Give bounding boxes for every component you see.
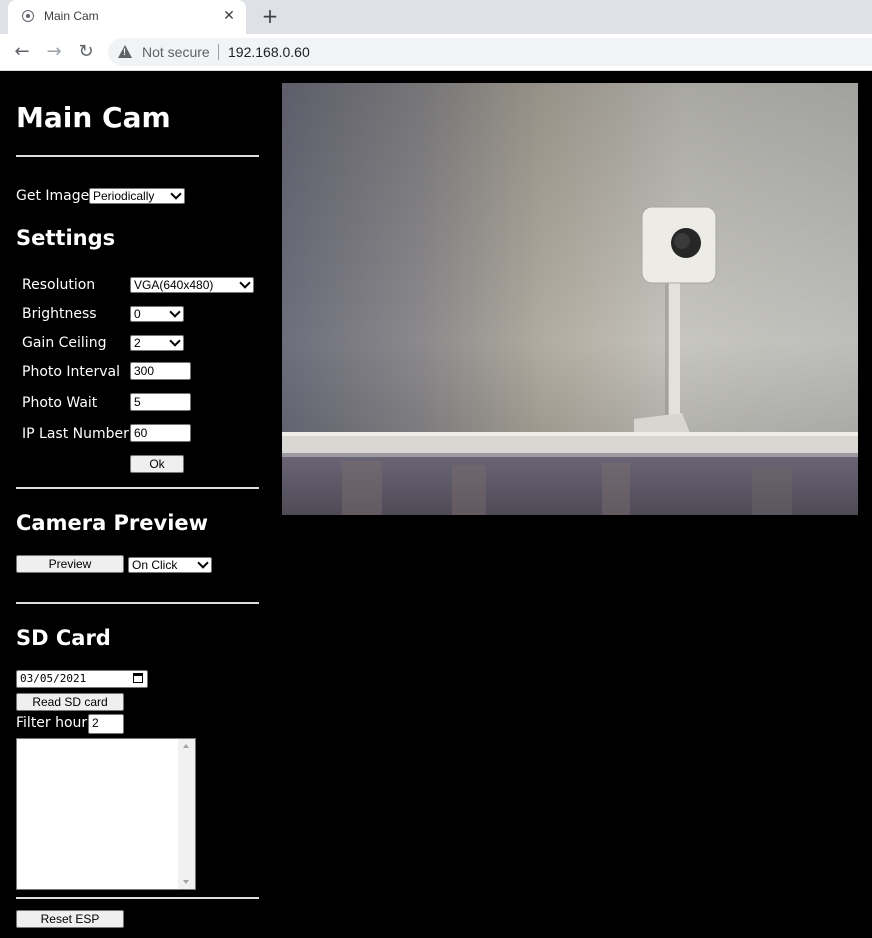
calendar-icon[interactable]: [133, 673, 143, 683]
chevron-down-icon: [197, 557, 209, 569]
ok-button[interactable]: Ok: [130, 455, 184, 473]
address-divider: [218, 44, 219, 60]
brightness-label: Brightness: [22, 306, 97, 322]
filter-hour-input[interactable]: 2: [88, 714, 124, 734]
scrollbar[interactable]: [178, 739, 195, 889]
divider: [16, 155, 259, 157]
sd-card-heading: SD Card: [16, 626, 111, 650]
forward-arrow-icon[interactable]: →: [42, 40, 66, 64]
gain-ceiling-value: 2: [134, 336, 141, 350]
brightness-select[interactable]: 0: [130, 306, 184, 322]
settings-heading: Settings: [16, 226, 116, 250]
get-image-label: Get Image:: [16, 188, 94, 204]
divider: [16, 897, 259, 899]
preview-mode-value: On Click: [132, 558, 178, 572]
date-input[interactable]: 03/05/2021: [16, 670, 148, 688]
read-sd-card-button[interactable]: Read SD card: [16, 693, 124, 711]
divider: [16, 602, 259, 604]
photo-interval-label: Photo Interval: [22, 364, 120, 380]
close-icon[interactable]: ✕: [220, 7, 238, 25]
scroll-up-icon[interactable]: [183, 744, 189, 748]
security-label: Not secure: [142, 44, 210, 60]
get-image-select[interactable]: Periodically: [89, 188, 185, 204]
ip-last-number-input[interactable]: 60: [130, 424, 191, 442]
sd-file-list[interactable]: [16, 738, 196, 890]
reload-icon[interactable]: ↻: [74, 40, 98, 64]
page-title: Main Cam: [16, 101, 171, 134]
preview-button[interactable]: Preview: [16, 555, 124, 573]
chevron-down-icon: [239, 277, 251, 289]
reset-esp-button[interactable]: Reset ESP: [16, 910, 124, 928]
scroll-down-icon[interactable]: [183, 880, 189, 884]
divider: [16, 487, 259, 489]
gain-ceiling-label: Gain Ceiling: [22, 335, 107, 351]
ip-last-number-label: IP Last Number: [22, 426, 129, 442]
brightness-value: 0: [134, 307, 141, 321]
url-text[interactable]: 192.168.0.60: [228, 44, 310, 60]
back-arrow-icon[interactable]: ←: [10, 40, 34, 64]
browser-toolbar: ← → ↻ Not secure 192.168.0.60: [0, 34, 872, 71]
chevron-down-icon: [169, 335, 181, 347]
address-bar[interactable]: Not secure 192.168.0.60: [108, 38, 872, 66]
photo-interval-input[interactable]: 300: [130, 362, 191, 380]
warning-icon: [118, 45, 132, 58]
browser-tab[interactable]: Main Cam ✕: [8, 0, 246, 34]
tab-title: Main Cam: [44, 9, 99, 23]
photo-wait-input[interactable]: 5: [130, 393, 191, 411]
chevron-down-icon: [170, 188, 182, 200]
gain-ceiling-select[interactable]: 2: [130, 335, 184, 351]
photo-wait-label: Photo Wait: [22, 395, 98, 411]
resolution-select[interactable]: VGA(640x480): [130, 277, 254, 293]
date-value: 03/05/2021: [20, 672, 87, 685]
camera-preview-heading: Camera Preview: [16, 511, 209, 535]
preview-mode-select[interactable]: On Click: [128, 557, 212, 573]
new-tab-icon[interactable]: +: [258, 5, 282, 29]
camera-photo: [282, 83, 858, 515]
resolution-value: VGA(640x480): [134, 278, 214, 292]
browser-tab-strip: Main Cam ✕ +: [0, 0, 872, 34]
resolution-label: Resolution: [22, 277, 96, 293]
camera-image: [282, 83, 858, 515]
chevron-down-icon: [169, 306, 181, 318]
page-content: Main Cam Get Image: Periodically Setting…: [0, 71, 872, 938]
filter-hour-label: Filter hour:: [16, 715, 92, 731]
get-image-value: Periodically: [93, 189, 155, 203]
favicon-icon: [22, 10, 34, 22]
